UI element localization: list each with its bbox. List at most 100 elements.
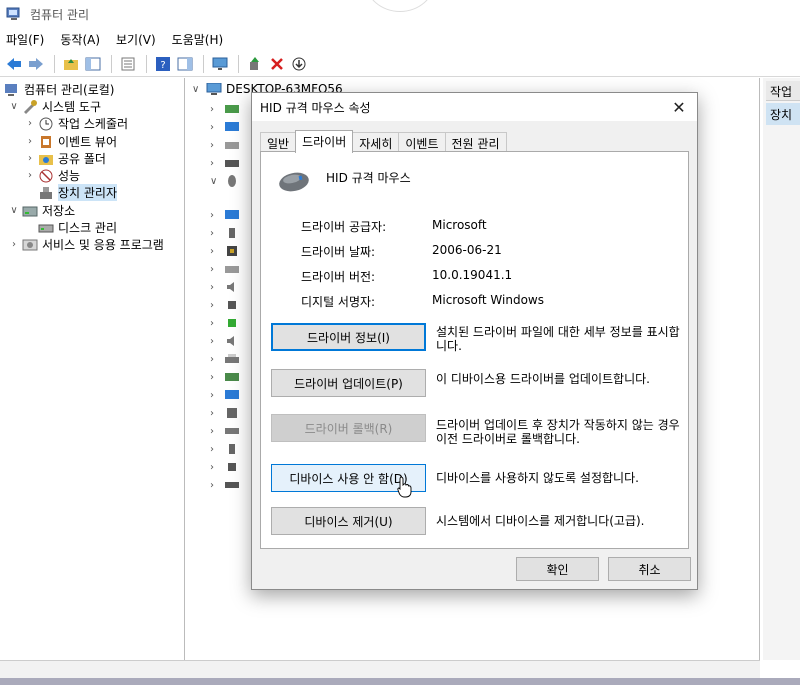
driver-details-desc: 설치된 드라이버 파일에 대한 세부 정보를 표시합니다. bbox=[436, 325, 680, 353]
device-category[interactable]: › bbox=[210, 118, 240, 136]
chevron-right-icon[interactable]: › bbox=[210, 372, 220, 383]
chevron-down-icon[interactable]: ∨ bbox=[192, 84, 202, 95]
driver-version-label: 드라이버 버전: bbox=[301, 270, 376, 284]
device-category[interactable]: › bbox=[210, 242, 240, 260]
device-category[interactable]: › bbox=[210, 314, 240, 332]
tree-item-device-manager[interactable]: 장치 관리자 bbox=[38, 184, 118, 201]
toolbar: ? bbox=[0, 51, 800, 77]
device-category[interactable]: › bbox=[210, 100, 240, 118]
chevron-right-icon[interactable]: › bbox=[210, 140, 220, 151]
device-category[interactable]: › bbox=[210, 260, 240, 278]
chevron-right-icon[interactable]: › bbox=[210, 462, 220, 473]
update-driver-desc: 이 디바이스용 드라이버를 업데이트합니다. bbox=[436, 372, 650, 386]
close-icon[interactable]: ✕ bbox=[667, 95, 691, 119]
properties-icon[interactable] bbox=[118, 54, 138, 74]
tab-general[interactable]: 일반 bbox=[260, 132, 297, 152]
device-category[interactable]: › bbox=[210, 154, 240, 172]
chevron-down-icon[interactable]: ∨ bbox=[8, 205, 20, 216]
device-category[interactable]: › bbox=[210, 422, 240, 440]
download-circle-icon[interactable] bbox=[289, 54, 309, 74]
forward-arrow-icon[interactable] bbox=[26, 54, 46, 74]
driver-details-button[interactable]: 드라이버 정보(I) bbox=[271, 323, 426, 351]
chevron-down-icon[interactable]: ∨ bbox=[210, 176, 220, 187]
actions-item-device[interactable]: 장치 bbox=[766, 103, 800, 125]
chevron-right-icon[interactable]: › bbox=[210, 282, 220, 293]
chip-icon bbox=[228, 463, 236, 471]
chevron-right-icon[interactable]: › bbox=[24, 153, 36, 164]
chevron-right-icon[interactable]: › bbox=[210, 246, 220, 257]
chevron-right-icon[interactable]: › bbox=[210, 390, 220, 401]
tree-item-storage[interactable]: ∨ 저장소 bbox=[8, 202, 75, 219]
chevron-right-icon[interactable]: › bbox=[210, 264, 220, 275]
device-category[interactable]: › bbox=[210, 404, 240, 422]
tree-item-task-scheduler[interactable]: › 작업 스케줄러 bbox=[24, 115, 128, 132]
driver-provider-label: 드라이버 공급자: bbox=[301, 220, 387, 234]
show-hide-tree-icon[interactable] bbox=[83, 54, 103, 74]
tab-power-management[interactable]: 전원 관리 bbox=[444, 132, 507, 152]
tree-item-disk-management[interactable]: 디스크 관리 bbox=[38, 219, 117, 236]
help-icon[interactable]: ? bbox=[153, 54, 173, 74]
tree-item-services[interactable]: › 서비스 및 응용 프로그램 bbox=[8, 236, 164, 253]
chevron-right-icon[interactable]: › bbox=[210, 104, 220, 115]
chevron-right-icon[interactable]: › bbox=[210, 426, 220, 437]
chevron-right-icon[interactable]: › bbox=[210, 158, 220, 169]
chevron-right-icon[interactable]: › bbox=[24, 118, 36, 129]
chevron-right-icon[interactable]: › bbox=[210, 228, 220, 239]
device-category[interactable]: › bbox=[210, 368, 240, 386]
device-category[interactable]: › bbox=[210, 206, 240, 224]
menu-action[interactable]: 동작(A) bbox=[60, 31, 100, 48]
dialog-tabs: 일반 드라이버 자세히 이벤트 전원 관리 bbox=[260, 130, 507, 153]
action-pane-icon[interactable] bbox=[175, 54, 195, 74]
tree-item-root[interactable]: 컴퓨터 관리(로컬) bbox=[4, 81, 114, 98]
cancel-button[interactable]: 취소 bbox=[608, 557, 691, 581]
device-category[interactable]: › bbox=[210, 458, 240, 476]
navigation-tree: 컴퓨터 관리(로컬) ∨ 시스템 도구 › 작업 스케줄러 › 이벤트 뷰어 ›… bbox=[0, 78, 185, 660]
chevron-right-icon[interactable]: › bbox=[210, 300, 220, 311]
monitor-icon[interactable] bbox=[210, 54, 230, 74]
update-driver-button[interactable]: 드라이버 업데이트(P) bbox=[271, 369, 426, 397]
ok-button[interactable]: 확인 bbox=[516, 557, 599, 581]
tree-item-shared-folders[interactable]: › 공유 폴더 bbox=[24, 150, 106, 167]
menu-help[interactable]: 도움말(H) bbox=[172, 31, 224, 48]
tree-item-system-tools[interactable]: ∨ 시스템 도구 bbox=[8, 98, 101, 115]
clock-icon bbox=[38, 117, 54, 131]
chevron-right-icon[interactable]: › bbox=[210, 336, 220, 347]
chevron-right-icon[interactable]: › bbox=[210, 480, 220, 491]
device-category[interactable]: › bbox=[210, 386, 240, 404]
tab-events[interactable]: 이벤트 bbox=[398, 132, 446, 152]
chevron-right-icon[interactable]: › bbox=[8, 239, 20, 250]
chevron-right-icon[interactable]: › bbox=[210, 210, 220, 221]
device-category[interactable]: › bbox=[210, 278, 240, 296]
chevron-right-icon[interactable]: › bbox=[210, 318, 220, 329]
device-category[interactable]: › bbox=[210, 296, 240, 314]
up-folder-icon[interactable] bbox=[61, 54, 81, 74]
device-category[interactable]: › bbox=[210, 332, 240, 350]
memory-icon bbox=[225, 428, 239, 434]
chevron-right-icon[interactable]: › bbox=[210, 122, 220, 133]
chevron-right-icon[interactable]: › bbox=[210, 444, 220, 455]
chevron-right-icon[interactable]: › bbox=[210, 408, 220, 419]
device-category[interactable]: › bbox=[210, 136, 240, 154]
chevron-right-icon[interactable]: › bbox=[24, 136, 36, 147]
chevron-right-icon[interactable]: › bbox=[24, 170, 36, 181]
device-category[interactable]: › bbox=[210, 350, 240, 368]
chevron-right-icon[interactable]: › bbox=[210, 354, 220, 365]
device-category[interactable]: › bbox=[210, 224, 240, 242]
device-category[interactable]: › bbox=[210, 440, 240, 458]
chevron-down-icon[interactable]: ∨ bbox=[8, 101, 20, 112]
rollback-driver-button[interactable]: 드라이버 롤백(R) bbox=[271, 414, 426, 442]
menu-bar: 파일(F) 동작(A) 보기(V) 도움말(H) bbox=[0, 28, 800, 50]
update-driver-icon[interactable] bbox=[245, 54, 265, 74]
tree-item-event-viewer[interactable]: › 이벤트 뷰어 bbox=[24, 133, 117, 150]
uninstall-device-button[interactable]: 디바이스 제거(U) bbox=[271, 507, 426, 535]
back-arrow-icon[interactable] bbox=[4, 54, 24, 74]
menu-file[interactable]: 파일(F) bbox=[6, 31, 44, 48]
tab-driver[interactable]: 드라이버 bbox=[295, 130, 354, 153]
device-category-mice[interactable]: ∨ bbox=[210, 172, 240, 190]
tree-item-performance[interactable]: › 성능 bbox=[24, 167, 80, 184]
processor-icon bbox=[228, 301, 236, 309]
menu-view[interactable]: 보기(V) bbox=[116, 31, 156, 48]
device-category[interactable]: › bbox=[210, 476, 240, 494]
uninstall-x-icon[interactable] bbox=[267, 54, 287, 74]
tab-details[interactable]: 자세히 bbox=[352, 132, 400, 152]
